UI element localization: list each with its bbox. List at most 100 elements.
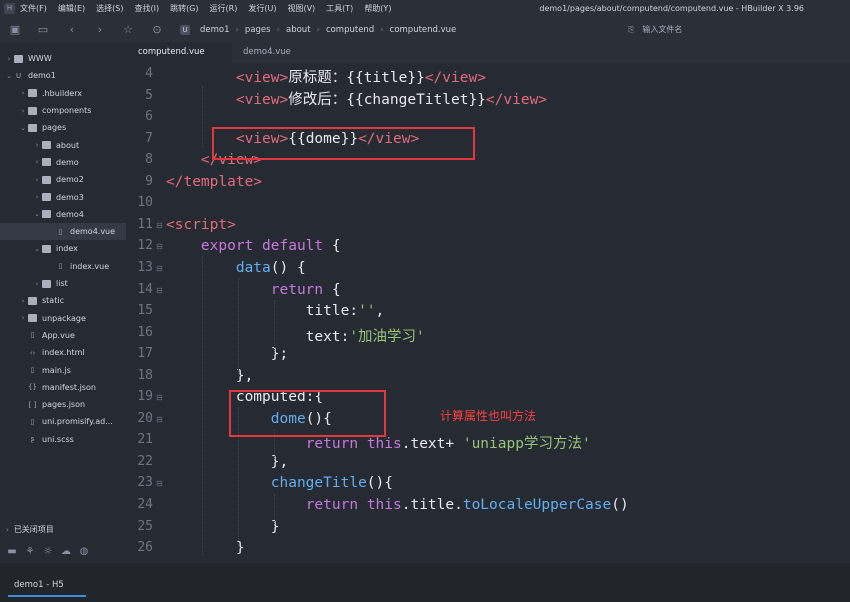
fold-toggle-icon[interactable]: ⊟	[156, 286, 166, 295]
star-icon[interactable]: ☆	[121, 23, 135, 37]
chevron-right-icon[interactable]: ›	[18, 297, 28, 305]
breadcrumb-item[interactable]: about	[286, 25, 311, 35]
tree-item[interactable]: › unpackage	[0, 310, 126, 327]
fold-toggle-icon[interactable]: ⊟	[156, 479, 166, 488]
folder-icon	[14, 54, 23, 63]
menu-item[interactable]: 视图(V)	[287, 0, 315, 18]
tree-item[interactable]: › demo	[0, 154, 126, 171]
menu-item[interactable]: 运行(R)	[210, 0, 238, 18]
forward-icon[interactable]: ›	[93, 23, 107, 37]
new-file-icon[interactable]: ▣	[8, 23, 22, 37]
line-number: 24	[137, 497, 153, 512]
chevron-right-icon[interactable]: ›	[18, 89, 28, 97]
menu-item[interactable]: 编辑(E)	[58, 0, 85, 18]
tab-demo4-vue[interactable]: demo4.vue	[232, 42, 328, 63]
tree-item[interactable]: › about	[0, 137, 126, 154]
chevron-right-icon[interactable]: ›	[32, 141, 42, 149]
chevron-right-icon[interactable]: ›	[18, 107, 28, 115]
tree-item[interactable]: ▯ demo4.vue	[0, 223, 126, 241]
breadcrumb-item[interactable]: computend.vue	[390, 25, 457, 35]
chevron-right-icon[interactable]: ›	[18, 314, 28, 322]
chevron-down-icon[interactable]: ⌄	[32, 245, 42, 253]
code-token: 原标题：{{title}}	[288, 70, 425, 86]
fold-toggle-icon[interactable]: ⊟	[156, 415, 166, 424]
code-line[interactable]: return {	[166, 282, 341, 298]
chevron-right-icon[interactable]: ›	[32, 280, 42, 288]
plugin-icon[interactable]: ⚘	[24, 546, 36, 557]
chevron-right-icon[interactable]: ›	[32, 176, 42, 184]
fold-toggle-icon[interactable]: ⊟	[156, 393, 166, 402]
tree-item[interactable]: [ ] pages.json	[0, 396, 126, 413]
tree-item[interactable]: ▯ index.vue	[0, 258, 126, 275]
closed-projects-label: 已关闭项目	[13, 525, 54, 534]
tree-item[interactable]: › list	[0, 275, 126, 292]
tree-item[interactable]: ⌄ pages	[0, 119, 126, 136]
save-icon[interactable]: ▭	[36, 23, 50, 37]
menu-item[interactable]: 跳转(G)	[170, 0, 198, 18]
code-line[interactable]: <view>修改后：{{changeTitlet}}</view>	[166, 88, 547, 109]
menu-item[interactable]: 工具(T)	[326, 0, 353, 18]
run-console-tab[interactable]: demo1 - H5	[14, 580, 64, 590]
tree-item[interactable]: ⌄ index	[0, 240, 126, 257]
chevron-down-icon[interactable]: ⌄	[32, 210, 42, 218]
chevron-right-icon[interactable]: ›	[32, 193, 42, 201]
code-line[interactable]: text:'加油学习'	[166, 325, 425, 346]
code-line[interactable]: <script>	[166, 217, 236, 233]
tab-computend-vue[interactable]: computend.vue	[126, 42, 232, 63]
chevron-down-icon[interactable]: ⌄	[4, 72, 14, 80]
cloud-icon[interactable]: ☁	[60, 546, 72, 557]
run-icon[interactable]: ⊙	[150, 23, 164, 37]
tree-item[interactable]: ⌄ demo4	[0, 206, 126, 223]
tree-item[interactable]: ▯ main.js	[0, 361, 126, 378]
debug-icon[interactable]: ☼	[42, 546, 54, 557]
tree-item[interactable]: › WWW	[0, 50, 126, 67]
fold-toggle-icon[interactable]: ⊟	[156, 221, 166, 230]
chevron-right-icon[interactable]: ›	[32, 158, 42, 166]
tree-item[interactable]: ⌄ Udemo1	[0, 67, 126, 84]
file-icon: ‹›	[29, 348, 36, 357]
folder-icon[interactable]: ▬	[6, 546, 18, 557]
code-line[interactable]: data() {	[166, 260, 306, 276]
menu-item[interactable]: 帮助(Y)	[364, 0, 391, 18]
menu-item[interactable]: 选择(S)	[96, 0, 123, 18]
breadcrumb-item[interactable]: pages	[245, 25, 271, 35]
file-search-input[interactable]: ⎘ 输入文件名	[628, 18, 682, 42]
breadcrumb-item[interactable]: computend	[326, 25, 374, 35]
code-line[interactable]: }	[166, 540, 245, 556]
code-line[interactable]: title:'',	[166, 303, 385, 319]
code-line[interactable]: </template>	[166, 174, 262, 190]
code-line[interactable]: export default {	[166, 238, 341, 254]
code-line[interactable]: },	[166, 454, 288, 470]
menu-item[interactable]: 文件(F)	[20, 0, 47, 18]
fold-toggle-icon[interactable]: ⊟	[156, 264, 166, 273]
code-line[interactable]: },	[166, 368, 253, 384]
tree-item[interactable]: › components	[0, 102, 126, 119]
code-line[interactable]: return this.title.toLocaleUpperCase()	[166, 497, 629, 513]
chevron-down-icon[interactable]: ⌄	[18, 124, 28, 132]
tree-item[interactable]: › static	[0, 292, 126, 309]
tree-item[interactable]: ▯ App.vue	[0, 327, 126, 344]
folder-icon	[42, 193, 51, 202]
tree-item[interactable]: › demo3	[0, 188, 126, 205]
code-line[interactable]: };	[166, 346, 288, 362]
code-line[interactable]: changeTitle(){	[166, 475, 393, 491]
code-line[interactable]: <view>原标题：{{title}}</view>	[166, 66, 486, 87]
back-icon[interactable]: ‹	[65, 23, 79, 37]
tree-item[interactable]: ▯ uni.promisify.ad...	[0, 413, 126, 430]
tree-item[interactable]: › demo2	[0, 171, 126, 188]
menu-item[interactable]: 发行(U)	[248, 0, 276, 18]
code-line[interactable]: }	[166, 519, 280, 535]
tree-item[interactable]: ‹› index.html	[0, 344, 126, 361]
breadcrumb-item[interactable]: demo1	[200, 25, 230, 35]
globe-icon[interactable]: ◍	[78, 546, 90, 557]
tree-item[interactable]: {} manifest.json	[0, 379, 126, 396]
closed-projects[interactable]: › 已关闭项目	[0, 522, 126, 538]
menu-item[interactable]: 查找(I)	[134, 0, 159, 18]
file-icon: ▯	[30, 331, 35, 340]
chevron-right-icon[interactable]: ›	[4, 55, 14, 63]
tree-item[interactable]: › .hbuilderx	[0, 85, 126, 102]
fold-toggle-icon[interactable]: ⊟	[156, 242, 166, 251]
tree-item[interactable]: ʂ uni.scss	[0, 431, 126, 448]
